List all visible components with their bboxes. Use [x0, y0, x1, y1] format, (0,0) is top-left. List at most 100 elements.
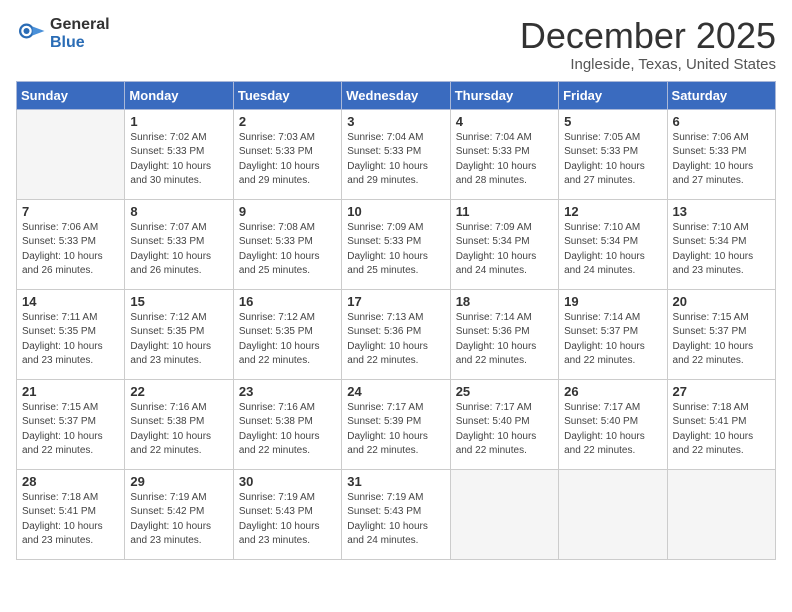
- logo-icon: [16, 19, 46, 49]
- day-number: 3: [347, 114, 444, 129]
- weekday-header: Sunday: [17, 81, 125, 109]
- day-info: Sunrise: 7:19 AM Sunset: 5:43 PM Dayligh…: [347, 491, 444, 549]
- day-info: Sunrise: 7:16 AM Sunset: 5:38 PM Dayligh…: [239, 401, 336, 459]
- day-info: Sunrise: 7:09 AM Sunset: 5:34 PM Dayligh…: [456, 221, 553, 279]
- calendar-cell: 4 Sunrise: 7:04 AM Sunset: 5:33 PM Daylig…: [450, 109, 558, 199]
- logo-text: General Blue: [50, 16, 110, 51]
- day-number: 25: [456, 384, 553, 399]
- calendar-cell: 14 Sunrise: 7:11 AM Sunset: 5:35 PM Dayli…: [17, 289, 125, 379]
- day-number: 10: [347, 204, 444, 219]
- day-info: Sunrise: 7:15 AM Sunset: 5:37 PM Dayligh…: [673, 311, 770, 369]
- calendar-cell: 18 Sunrise: 7:14 AM Sunset: 5:36 PM Dayli…: [450, 289, 558, 379]
- calendar-cell: 17 Sunrise: 7:13 AM Sunset: 5:36 PM Dayli…: [342, 289, 450, 379]
- calendar-table: SundayMondayTuesdayWednesdayThursdayFrid…: [16, 81, 776, 560]
- weekday-header: Wednesday: [342, 81, 450, 109]
- day-number: 8: [130, 204, 227, 219]
- calendar-cell: 3Sunrise: 7:04 AM Sunset: 5:33 PM Daylig…: [342, 109, 450, 199]
- calendar-cell: 22 Sunrise: 7:16 AM Sunset: 5:38 PM Dayli…: [125, 379, 233, 469]
- day-number: 26: [564, 384, 661, 399]
- day-number: 31: [347, 474, 444, 489]
- day-number: 17: [347, 294, 444, 309]
- day-number: 9: [239, 204, 336, 219]
- day-number: 23: [239, 384, 336, 399]
- day-info: Sunrise: 7:03 AM Sunset: 5:33 PM Dayligh…: [239, 131, 336, 189]
- calendar-cell: 5Sunrise: 7:05 AM Sunset: 5:33 PM Daylig…: [559, 109, 667, 199]
- day-number: 11: [456, 204, 553, 219]
- day-number: 16: [239, 294, 336, 309]
- day-info: Sunrise: 7:02 AM Sunset: 5:33 PM Dayligh…: [130, 131, 227, 189]
- calendar-cell: 15 Sunrise: 7:12 AM Sunset: 5:35 PM Dayli…: [125, 289, 233, 379]
- day-number: 28: [22, 474, 119, 489]
- day-info: Sunrise: 7:13 AM Sunset: 5:36 PM Dayligh…: [347, 311, 444, 369]
- calendar-cell: 23 Sunrise: 7:16 AM Sunset: 5:38 PM Dayli…: [233, 379, 341, 469]
- calendar-week-row: 1 Sunrise: 7:02 AM Sunset: 5:33 PM Daylig…: [17, 109, 776, 199]
- weekday-header-row: SundayMondayTuesdayWednesdayThursdayFrid…: [17, 81, 776, 109]
- day-info: Sunrise: 7:07 AM Sunset: 5:33 PM Dayligh…: [130, 221, 227, 279]
- calendar-cell: 30 Sunrise: 7:19 AM Sunset: 5:43 PM Dayli…: [233, 469, 341, 559]
- calendar-cell: 26Sunrise: 7:17 AM Sunset: 5:40 PM Dayli…: [559, 379, 667, 469]
- day-info: Sunrise: 7:12 AM Sunset: 5:35 PM Dayligh…: [239, 311, 336, 369]
- day-info: Sunrise: 7:17 AM Sunset: 5:39 PM Dayligh…: [347, 401, 444, 459]
- day-number: 13: [673, 204, 770, 219]
- day-info: Sunrise: 7:06 AM Sunset: 5:33 PM Dayligh…: [22, 221, 119, 279]
- day-info: Sunrise: 7:14 AM Sunset: 5:37 PM Dayligh…: [564, 311, 661, 369]
- day-number: 30: [239, 474, 336, 489]
- day-number: 27: [673, 384, 770, 399]
- calendar-cell: 24Sunrise: 7:17 AM Sunset: 5:39 PM Dayli…: [342, 379, 450, 469]
- calendar-cell: 1 Sunrise: 7:02 AM Sunset: 5:33 PM Daylig…: [125, 109, 233, 199]
- logo-general: General: [50, 16, 110, 34]
- calendar-cell: [17, 109, 125, 199]
- calendar-cell: [559, 469, 667, 559]
- day-number: 22: [130, 384, 227, 399]
- day-number: 1: [130, 114, 227, 129]
- day-number: 20: [673, 294, 770, 309]
- location-subtitle: Ingleside, Texas, United States: [520, 56, 776, 73]
- calendar-cell: 31 Sunrise: 7:19 AM Sunset: 5:43 PM Dayli…: [342, 469, 450, 559]
- calendar-cell: 6Sunrise: 7:06 AM Sunset: 5:33 PM Daylig…: [667, 109, 775, 199]
- calendar-week-row: 14 Sunrise: 7:11 AM Sunset: 5:35 PM Dayli…: [17, 289, 776, 379]
- day-number: 12: [564, 204, 661, 219]
- calendar-cell: 13 Sunrise: 7:10 AM Sunset: 5:34 PM Dayli…: [667, 199, 775, 289]
- calendar-cell: 20 Sunrise: 7:15 AM Sunset: 5:37 PM Dayli…: [667, 289, 775, 379]
- calendar-cell: 19Sunrise: 7:14 AM Sunset: 5:37 PM Dayli…: [559, 289, 667, 379]
- calendar-cell: 12 Sunrise: 7:10 AM Sunset: 5:34 PM Dayli…: [559, 199, 667, 289]
- day-number: 14: [22, 294, 119, 309]
- day-number: 5: [564, 114, 661, 129]
- day-info: Sunrise: 7:06 AM Sunset: 5:33 PM Dayligh…: [673, 131, 770, 189]
- day-info: Sunrise: 7:19 AM Sunset: 5:43 PM Dayligh…: [239, 491, 336, 549]
- month-title: December 2025: [520, 16, 776, 56]
- calendar-cell: 25 Sunrise: 7:17 AM Sunset: 5:40 PM Dayli…: [450, 379, 558, 469]
- day-info: Sunrise: 7:16 AM Sunset: 5:38 PM Dayligh…: [130, 401, 227, 459]
- day-info: Sunrise: 7:09 AM Sunset: 5:33 PM Dayligh…: [347, 221, 444, 279]
- day-number: 4: [456, 114, 553, 129]
- day-info: Sunrise: 7:08 AM Sunset: 5:33 PM Dayligh…: [239, 221, 336, 279]
- day-number: 2: [239, 114, 336, 129]
- day-info: Sunrise: 7:11 AM Sunset: 5:35 PM Dayligh…: [22, 311, 119, 369]
- day-info: Sunrise: 7:19 AM Sunset: 5:42 PM Dayligh…: [130, 491, 227, 549]
- page-header: General Blue December 2025 Ingleside, Te…: [16, 16, 776, 73]
- logo-blue-text: Blue: [50, 34, 110, 52]
- calendar-cell: 11 Sunrise: 7:09 AM Sunset: 5:34 PM Dayli…: [450, 199, 558, 289]
- calendar-cell: 9 Sunrise: 7:08 AM Sunset: 5:33 PM Daylig…: [233, 199, 341, 289]
- day-info: Sunrise: 7:10 AM Sunset: 5:34 PM Dayligh…: [564, 221, 661, 279]
- calendar-cell: 21Sunrise: 7:15 AM Sunset: 5:37 PM Dayli…: [17, 379, 125, 469]
- weekday-header: Monday: [125, 81, 233, 109]
- title-block: December 2025 Ingleside, Texas, United S…: [520, 16, 776, 73]
- weekday-header: Thursday: [450, 81, 558, 109]
- calendar-cell: 7Sunrise: 7:06 AM Sunset: 5:33 PM Daylig…: [17, 199, 125, 289]
- weekday-header: Friday: [559, 81, 667, 109]
- day-info: Sunrise: 7:17 AM Sunset: 5:40 PM Dayligh…: [456, 401, 553, 459]
- day-info: Sunrise: 7:15 AM Sunset: 5:37 PM Dayligh…: [22, 401, 119, 459]
- day-info: Sunrise: 7:14 AM Sunset: 5:36 PM Dayligh…: [456, 311, 553, 369]
- day-info: Sunrise: 7:04 AM Sunset: 5:33 PM Dayligh…: [456, 131, 553, 189]
- day-number: 18: [456, 294, 553, 309]
- day-info: Sunrise: 7:12 AM Sunset: 5:35 PM Dayligh…: [130, 311, 227, 369]
- calendar-week-row: 21Sunrise: 7:15 AM Sunset: 5:37 PM Dayli…: [17, 379, 776, 469]
- logo: General Blue: [16, 16, 110, 51]
- calendar-cell: 8 Sunrise: 7:07 AM Sunset: 5:33 PM Daylig…: [125, 199, 233, 289]
- day-number: 15: [130, 294, 227, 309]
- calendar-cell: 10 Sunrise: 7:09 AM Sunset: 5:33 PM Dayli…: [342, 199, 450, 289]
- calendar-cell: 16 Sunrise: 7:12 AM Sunset: 5:35 PM Dayli…: [233, 289, 341, 379]
- day-info: Sunrise: 7:10 AM Sunset: 5:34 PM Dayligh…: [673, 221, 770, 279]
- calendar-cell: 27Sunrise: 7:18 AM Sunset: 5:41 PM Dayli…: [667, 379, 775, 469]
